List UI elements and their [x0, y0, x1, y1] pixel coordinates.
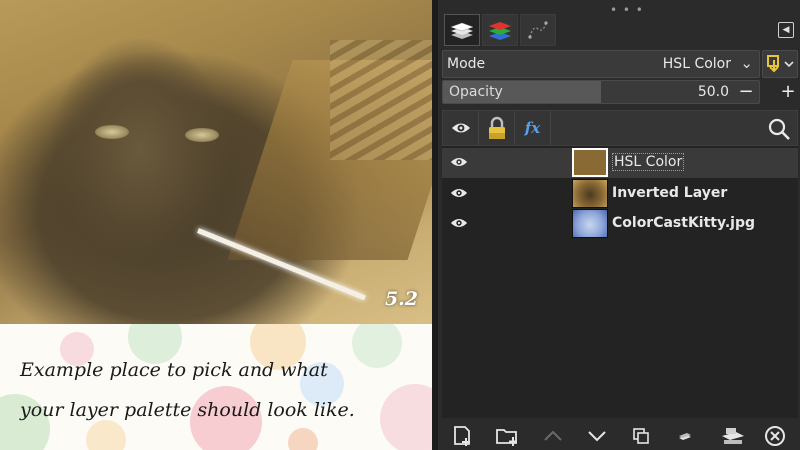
merge-down-icon: [679, 433, 691, 440]
panel-grip[interactable]: • • •: [610, 4, 644, 16]
mode-switch-button[interactable]: [762, 50, 798, 78]
layer-thumbnail: [572, 209, 608, 238]
anchor-layer-icon: [722, 428, 744, 444]
effects-icon: fx: [524, 119, 541, 137]
mode-select[interactable]: Mode HSL Color ⌄: [442, 50, 760, 78]
layer-name[interactable]: ColorCastKitty.jpg: [612, 215, 755, 231]
opacity-slider[interactable]: Opacity 50.0 −: [442, 80, 760, 104]
canvas-image: 5.2: [0, 0, 432, 324]
composite-mode-icon: [767, 55, 794, 73]
anchor-layer-button[interactable]: [718, 424, 748, 448]
lock-icon: [488, 116, 505, 139]
tab-layers[interactable]: [444, 14, 480, 46]
mode-value: HSL Color: [662, 56, 731, 72]
lower-layer-button[interactable]: [584, 424, 610, 448]
channels-icon: [489, 22, 511, 40]
layer-thumbnail: [572, 179, 608, 208]
opacity-increase-button[interactable]: +: [779, 80, 797, 104]
merge-down-button[interactable]: [672, 424, 698, 448]
visibility-icon[interactable]: [450, 186, 468, 200]
caption-area: Example place to pick and what your laye…: [0, 324, 432, 450]
layers-panel: • • • ◀ Mode HSL Color ⌄ Opacity 50.0 − …: [438, 0, 800, 450]
layer-thumbnail: [572, 148, 608, 177]
striped-background: [330, 40, 432, 160]
image-label: 5.2: [384, 288, 418, 310]
cat-left-eye: [95, 125, 129, 139]
caption-line-1: Example place to pick and what: [20, 359, 328, 381]
caption-text: Example place to pick and what your laye…: [20, 350, 420, 430]
opacity-label: Opacity: [449, 84, 503, 100]
new-layer-button[interactable]: [450, 424, 476, 448]
search-icon: [768, 118, 790, 140]
tab-menu-icon[interactable]: ◀: [778, 22, 794, 38]
tab-paths[interactable]: [520, 14, 556, 46]
polka-dot: [288, 428, 318, 450]
visibility-header[interactable]: [443, 111, 479, 145]
raise-layer-button[interactable]: [540, 424, 566, 448]
layer-name[interactable]: HSL Color: [612, 153, 685, 171]
new-layer-group-icon: [496, 429, 517, 446]
paths-icon: [528, 21, 548, 39]
layer-actions-bar: [442, 420, 798, 450]
delete-layer-button[interactable]: [762, 424, 788, 448]
chevron-down-icon: ⌄: [740, 54, 753, 72]
search-button[interactable]: [767, 117, 791, 145]
new-layer-group-button[interactable]: [494, 424, 520, 448]
cat-right-eye: [185, 128, 219, 142]
duplicate-layer-button[interactable]: [628, 424, 654, 448]
opacity-decrease-button[interactable]: −: [735, 81, 757, 103]
raise-layer-icon: [544, 430, 562, 441]
tab-channels[interactable]: [482, 14, 518, 46]
layer-row-inverted[interactable]: Inverted Layer: [442, 179, 798, 209]
new-layer-icon: [454, 426, 470, 446]
layer-row-colorcastkitty[interactable]: ColorCastKitty.jpg: [442, 209, 798, 239]
effects-header[interactable]: fx: [515, 111, 551, 145]
opacity-value: 50.0: [697, 84, 729, 100]
delete-layer-icon: [765, 426, 785, 446]
layer-row-hsl-color[interactable]: HSL Color: [442, 148, 798, 178]
visibility-icon: [451, 123, 470, 133]
visibility-icon[interactable]: [450, 155, 468, 169]
layer-name[interactable]: Inverted Layer: [612, 185, 727, 201]
mode-label: Mode: [447, 56, 486, 72]
lower-layer-icon: [588, 431, 606, 442]
layer-list-header: fx: [442, 110, 798, 146]
duplicate-layer-icon: [633, 428, 649, 444]
layers-icon: [450, 22, 474, 39]
caption-line-2: your layer palette should look like.: [20, 399, 355, 421]
visibility-icon[interactable]: [450, 216, 468, 230]
lock-header[interactable]: [479, 111, 515, 145]
